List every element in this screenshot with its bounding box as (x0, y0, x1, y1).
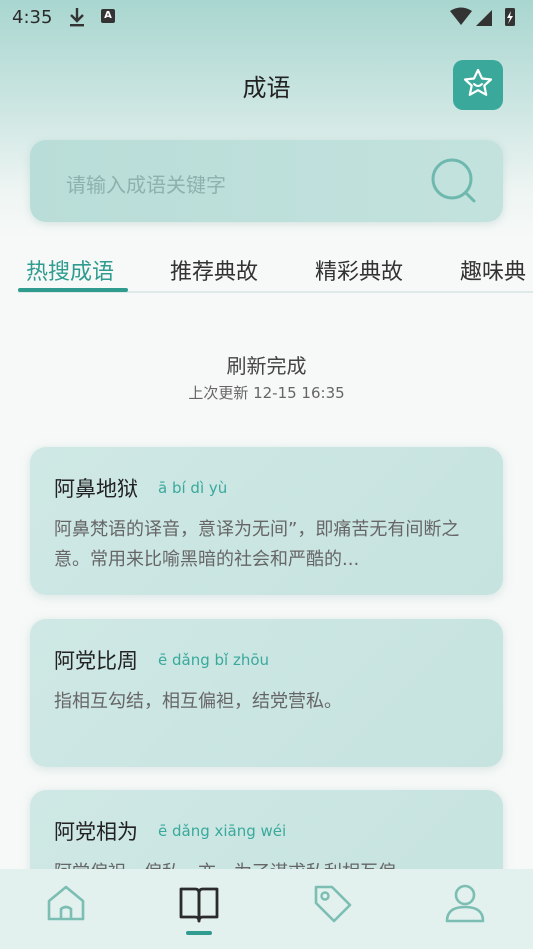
nav-idioms[interactable] (175, 881, 223, 929)
tag-icon (310, 881, 354, 929)
nav-active-indicator (186, 931, 212, 935)
favorites-button[interactable] (453, 60, 503, 110)
star-icon (462, 67, 494, 103)
home-icon (44, 881, 88, 929)
idiom-description: 指相互勾结，相互偏袒，结党营私。 (54, 691, 342, 712)
idiom-name: 阿党比周 (54, 649, 138, 673)
book-icon (177, 881, 221, 929)
search-bar[interactable]: 请输入成语关键字 (30, 140, 503, 222)
tab-hot-idioms[interactable]: 热搜成语 (26, 254, 114, 286)
idiom-description: 阿鼻梵语的译音，意译为无间”，即痛苦无有间断之意。常用来比喻黑暗的社会和严酷的.… (54, 519, 460, 570)
idiom-name: 阿党相为 (54, 820, 138, 844)
refresh-timestamp: 上次更新 12-15 16:35 (188, 384, 345, 402)
bottom-navigation (0, 869, 533, 949)
nav-profile[interactable] (441, 881, 489, 929)
user-icon (443, 881, 487, 929)
status-icons (449, 6, 519, 33)
status-time: 4:35 (12, 7, 53, 28)
status-bar: 4:35 A (0, 0, 533, 36)
idiom-pinyin: ā bí dì yù (158, 479, 228, 497)
tab-active-indicator (18, 288, 128, 292)
nav-home[interactable] (42, 881, 90, 929)
idiom-card[interactable]: 阿鼻地狱 ā bí dì yù 阿鼻梵语的译音，意译为无间”，即痛苦无有间断之意… (30, 447, 503, 595)
tab-recommended-stories[interactable]: 推荐典故 (170, 254, 258, 286)
category-tabs: 热搜成语 推荐典故 精彩典故 趣味典 (0, 248, 533, 296)
nav-tags[interactable] (308, 881, 356, 929)
tab-featured-stories[interactable]: 精彩典故 (315, 254, 403, 286)
a-badge-icon: A (101, 9, 115, 23)
search-icon[interactable] (429, 156, 479, 210)
refresh-status: 刷新完成 (226, 354, 307, 378)
tab-fun-stories[interactable]: 趣味典 (460, 254, 526, 286)
search-input[interactable]: 请输入成语关键字 (66, 169, 226, 198)
idiom-name: 阿鼻地狱 (54, 477, 138, 501)
idiom-pinyin: ē dǎng bǐ zhōu (158, 651, 270, 669)
idiom-card[interactable]: 阿党比周 ē dǎng bǐ zhōu 指相互勾结，相互偏袒，结党营私。 (30, 619, 503, 767)
signal-icon (476, 10, 492, 26)
download-icon (68, 6, 86, 33)
idiom-pinyin: ē dǎng xiāng wéi (158, 822, 287, 840)
wifi-icon (450, 7, 472, 25)
